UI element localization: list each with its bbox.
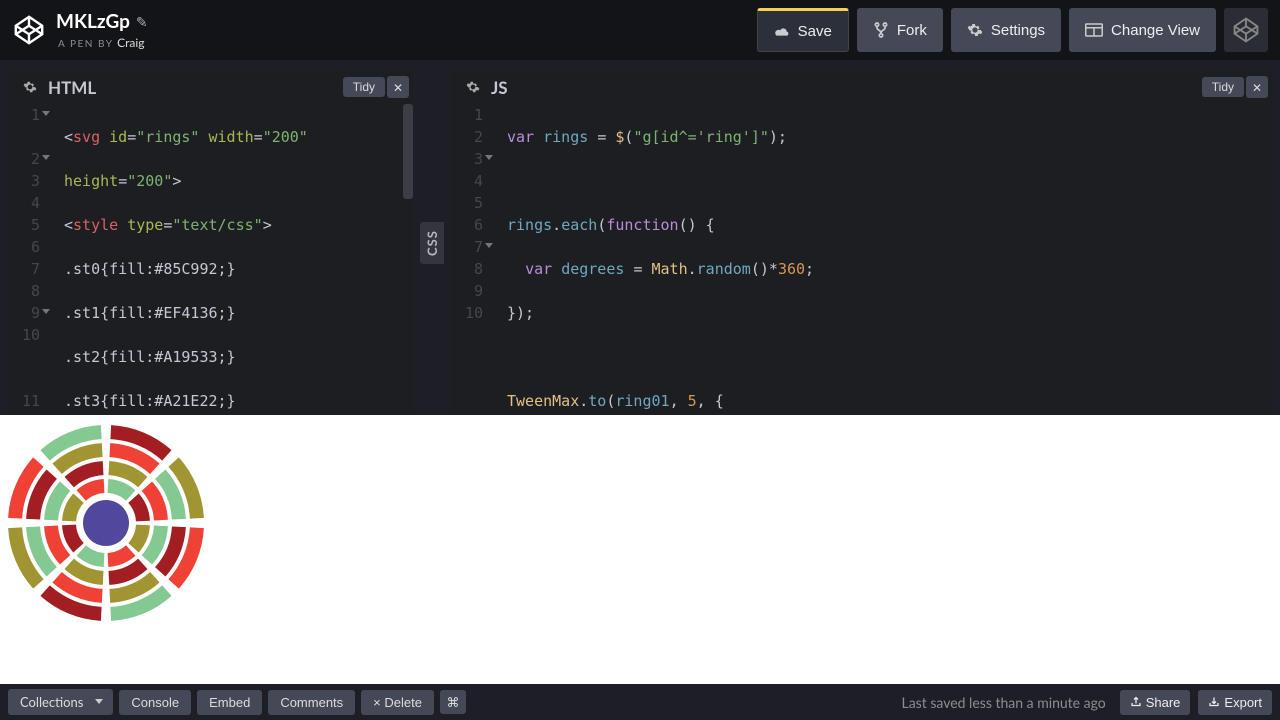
codepen-logo[interactable]: [12, 13, 46, 47]
keyboard-shortcut-button[interactable]: ⌘: [440, 690, 466, 714]
js-close-button[interactable]: ✕: [1246, 76, 1268, 98]
html-gutter: 1234567891011: [8, 104, 46, 415]
html-tab[interactable]: HTML: [8, 70, 110, 104]
settings-label: Settings: [991, 22, 1045, 39]
view-icon: [1085, 23, 1103, 37]
output-preview[interactable]: [0, 415, 1280, 684]
user-avatar[interactable]: [1224, 8, 1268, 52]
html-editor-header: HTML Tidy ✕: [8, 70, 413, 104]
gear-icon[interactable]: [22, 79, 38, 95]
save-label: Save: [798, 23, 832, 40]
js-gutter: 12345678910: [451, 104, 489, 415]
js-tab[interactable]: JS: [451, 70, 522, 104]
header-actions: Save Fork Settings Change View: [757, 8, 1268, 52]
js-editor-header: JS Tidy ✕: [451, 70, 1272, 104]
delete-button[interactable]: × Delete: [361, 690, 434, 715]
cloud-icon: [774, 24, 790, 38]
gear-icon[interactable]: [465, 79, 481, 95]
editors-row: HTML Tidy ✕ 1234567891011 <svg id="rings…: [0, 60, 1280, 415]
export-icon: [1208, 696, 1220, 708]
pen-title-block: MKLzGp ✎ A PEN BY Craig: [56, 10, 148, 50]
fork-icon: [873, 22, 889, 38]
css-collapsed-label[interactable]: CSS: [420, 222, 444, 264]
edit-icon[interactable]: ✎: [136, 13, 148, 31]
app-header: MKLzGp ✎ A PEN BY Craig Save Fork Settin…: [0, 0, 1280, 60]
css-collapsed-panel[interactable]: CSS: [423, 70, 441, 415]
change-view-label: Change View: [1111, 22, 1200, 39]
last-saved-text: Last saved less than a minute ago: [902, 694, 1106, 711]
js-lang-label: JS: [491, 77, 508, 98]
fork-button[interactable]: Fork: [857, 8, 943, 52]
embed-button[interactable]: Embed: [197, 690, 262, 715]
js-editor-body[interactable]: 12345678910 var rings = $("g[id^='ring']…: [451, 104, 1272, 415]
share-icon: [1130, 696, 1142, 708]
html-close-button[interactable]: ✕: [387, 76, 409, 98]
collections-dropdown[interactable]: Collections: [8, 689, 113, 715]
author-link[interactable]: Craig: [117, 35, 144, 50]
change-view-button[interactable]: Change View: [1069, 8, 1216, 52]
html-lang-label: HTML: [48, 77, 96, 98]
pen-title[interactable]: MKLzGp: [56, 10, 130, 33]
scrollbar-thumb[interactable]: [403, 104, 413, 199]
byline-prefix: A PEN BY: [58, 38, 113, 50]
fork-label: Fork: [897, 22, 927, 39]
footer-bar: Collections Console Embed Comments × Del…: [0, 684, 1280, 720]
settings-button[interactable]: Settings: [951, 8, 1061, 52]
html-editor-panel: HTML Tidy ✕ 1234567891011 <svg id="rings…: [8, 70, 413, 415]
pen-byline: A PEN BY Craig: [58, 35, 148, 50]
html-editor-body[interactable]: 1234567891011 <svg id="rings" width="200…: [8, 104, 413, 415]
js-code[interactable]: var rings = $("g[id^='ring']"); rings.ea…: [489, 104, 1272, 415]
gear-icon: [967, 22, 983, 38]
comments-button[interactable]: Comments: [268, 690, 355, 715]
console-button[interactable]: Console: [119, 690, 191, 715]
js-tidy-button[interactable]: Tidy: [1202, 77, 1244, 97]
html-code[interactable]: <svg id="rings" width="200" height="200"…: [46, 104, 413, 415]
html-tidy-button[interactable]: Tidy: [343, 77, 385, 97]
rings-svg: [6, 423, 206, 623]
save-button[interactable]: Save: [757, 8, 849, 52]
share-button[interactable]: Share: [1120, 690, 1191, 715]
export-button[interactable]: Export: [1198, 690, 1272, 715]
js-editor-panel: JS Tidy ✕ 12345678910 var rings = $("g[i…: [451, 70, 1272, 415]
